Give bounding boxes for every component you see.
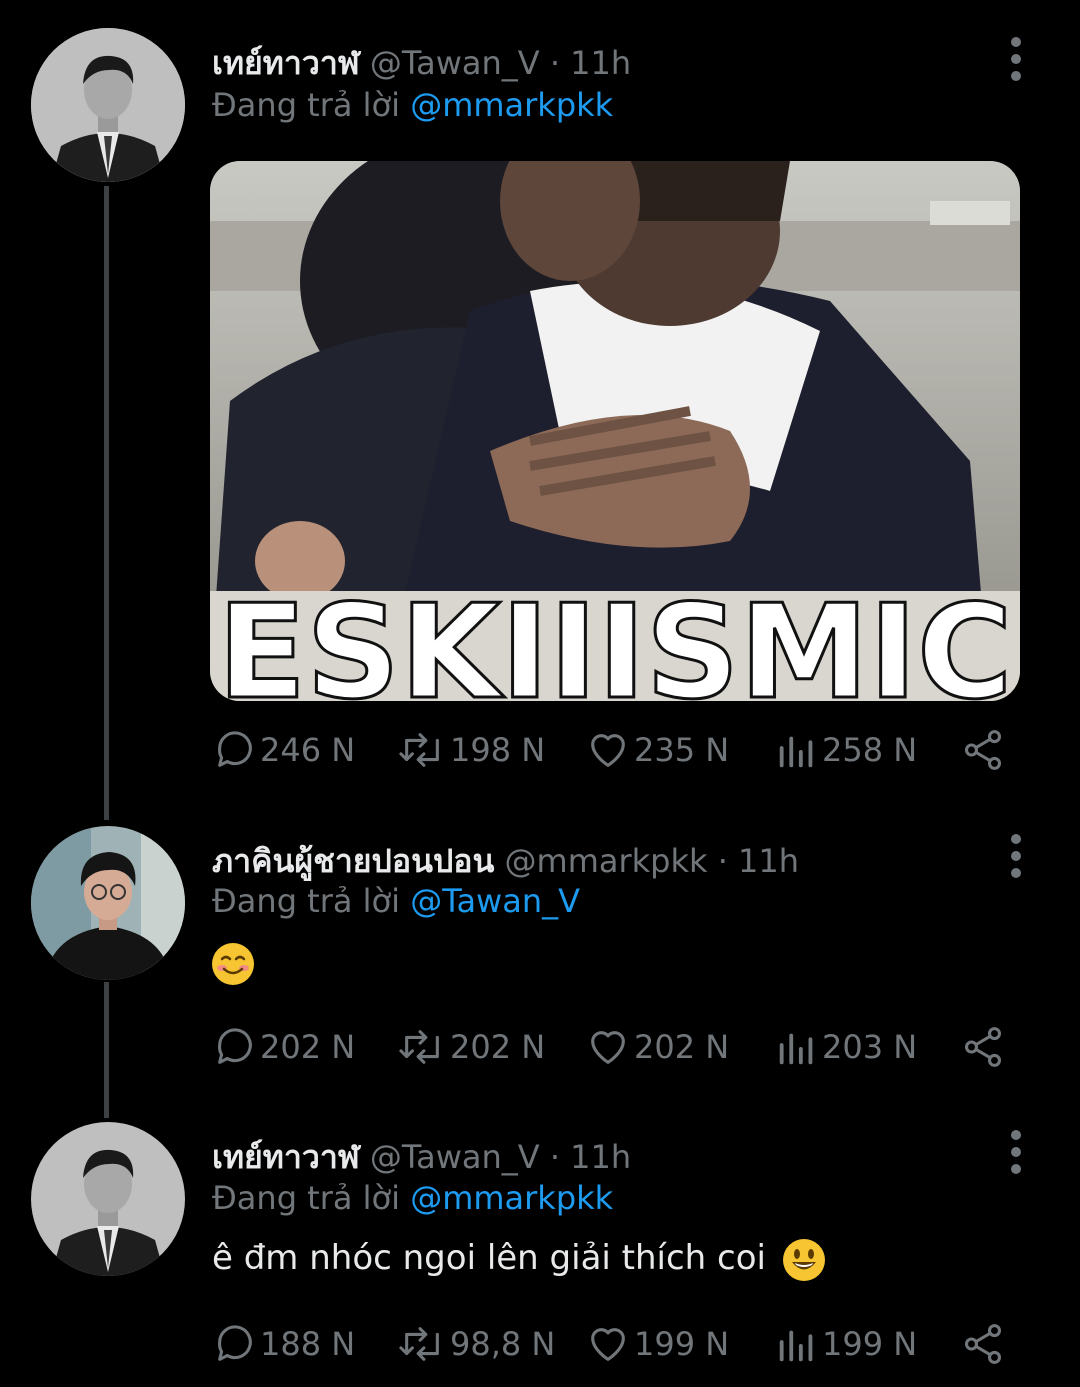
timestamp[interactable]: 11h — [570, 44, 631, 82]
view-count: 203 N — [822, 1028, 918, 1066]
tweet[interactable]: เทย์ทาวาฬ @Tawan_V · 11h Đang trả lời @m… — [0, 1110, 1080, 1387]
tweet-text-content: ê đm nhóc ngoi lên giải thích coi — [212, 1238, 766, 1278]
smiling-face-emoji — [212, 942, 254, 985]
more-options-icon[interactable] — [1004, 834, 1028, 878]
user-handle[interactable]: @Tawan_V — [370, 1138, 540, 1176]
reply-mention-link[interactable]: @Tawan_V — [410, 882, 580, 920]
views-icon — [779, 1330, 813, 1362]
retweet-icon — [399, 1327, 439, 1361]
more-options-icon[interactable] — [1004, 1130, 1028, 1174]
separator-dot: · — [717, 842, 728, 880]
grinning-face-emoji — [782, 1238, 825, 1281]
reply-count: 246 N — [260, 731, 356, 769]
retweet-icon — [399, 1030, 439, 1064]
like-count: 199 N — [634, 1325, 730, 1363]
separator-dot: · — [549, 44, 560, 82]
retweet-button[interactable]: 98,8 N — [396, 1319, 555, 1369]
user-handle[interactable]: @mmarkpkk — [505, 842, 708, 880]
tweet-text — [212, 942, 254, 985]
tweet-header: เทย์ทาวาฬ @Tawan_V · 11h — [212, 1132, 631, 1183]
tweet[interactable]: เทย์ทาวาฬ @Tawan_V · 11h Đang trả lời @m… — [0, 0, 1080, 810]
tweet[interactable]: ภาคินผู้ชายปอนปอน @mmarkpkk · 11h Đang t… — [0, 810, 1080, 1110]
reply-icon — [218, 1325, 252, 1361]
share-button[interactable] — [960, 725, 1006, 775]
reply-context: Đang trả lời @mmarkpkk — [212, 1179, 613, 1217]
reply-count: 188 N — [260, 1325, 356, 1363]
view-count: 258 N — [822, 731, 918, 769]
reply-count: 202 N — [260, 1028, 356, 1066]
display-name[interactable]: เทย์ทาวาฬ — [212, 1138, 360, 1176]
reply-icon — [218, 731, 252, 767]
reply-mention-link[interactable]: @mmarkpkk — [410, 1179, 613, 1217]
image-caption: ESKIIISMIC — [217, 576, 1012, 701]
avatar[interactable] — [31, 1122, 185, 1276]
views-icon — [779, 736, 813, 768]
reply-button[interactable]: 188 N — [212, 1319, 355, 1369]
like-count: 235 N — [634, 731, 730, 769]
retweet-button[interactable]: 198 N — [396, 725, 545, 775]
reply-prefix: Đang trả lời — [212, 86, 401, 124]
tweet-image[interactable]: ESKIIISMIC — [210, 161, 1020, 701]
timestamp[interactable]: 11h — [570, 1138, 631, 1176]
share-icon — [964, 730, 1002, 770]
reply-icon — [218, 1028, 252, 1064]
like-button[interactable]: 202 N — [584, 1022, 729, 1072]
avatar[interactable] — [31, 826, 185, 980]
views-button[interactable]: 258 N — [774, 725, 917, 775]
reply-mention-link[interactable]: @mmarkpkk — [410, 86, 613, 124]
display-name[interactable]: เทย์ทาวาฬ — [212, 44, 360, 82]
views-button[interactable]: 203 N — [774, 1022, 917, 1072]
view-count: 199 N — [822, 1325, 918, 1363]
reply-button[interactable]: 202 N — [212, 1022, 355, 1072]
share-button[interactable] — [960, 1319, 1006, 1369]
retweet-count: 198 N — [450, 731, 546, 769]
display-name[interactable]: ภาคินผู้ชายปอนปอน — [212, 842, 494, 880]
user-handle[interactable]: @Tawan_V — [370, 44, 540, 82]
share-icon — [964, 1324, 1002, 1364]
tweet-header: เทย์ทาวาฬ @Tawan_V · 11h — [212, 38, 631, 89]
like-count: 202 N — [634, 1028, 730, 1066]
like-button[interactable]: 235 N — [584, 725, 729, 775]
views-button[interactable]: 199 N — [774, 1319, 917, 1369]
like-button[interactable]: 199 N — [584, 1319, 729, 1369]
action-bar: 188 N 98,8 N 199 N 199 N — [212, 1319, 1032, 1369]
heart-icon — [591, 1031, 625, 1064]
tweet-header: ภาคินผู้ชายปอนปอน @mmarkpkk · 11h — [212, 836, 799, 887]
reply-context: Đang trả lời @Tawan_V — [212, 882, 580, 920]
avatar[interactable] — [31, 28, 185, 182]
action-bar: 246 N 198 N 235 N 258 N — [212, 725, 1032, 775]
meme-photo: ESKIIISMIC — [210, 161, 1020, 701]
reply-prefix: Đang trả lời — [212, 882, 401, 920]
views-icon — [779, 1033, 813, 1065]
separator-dot: · — [549, 1138, 560, 1176]
reply-button[interactable]: 246 N — [212, 725, 355, 775]
retweet-count: 202 N — [450, 1028, 546, 1066]
share-icon — [964, 1027, 1002, 1067]
reply-prefix: Đang trả lời — [212, 1179, 401, 1217]
more-options-icon[interactable] — [1004, 37, 1028, 81]
heart-icon — [591, 734, 625, 767]
tweet-text: ê đm nhóc ngoi lên giải thích coi — [212, 1238, 825, 1281]
retweet-count: 98,8 N — [450, 1325, 556, 1363]
retweet-button[interactable]: 202 N — [396, 1022, 545, 1072]
heart-icon — [591, 1328, 625, 1361]
retweet-icon — [399, 733, 439, 767]
action-bar: 202 N 202 N 202 N 203 N — [212, 1022, 1032, 1072]
share-button[interactable] — [960, 1022, 1006, 1072]
timestamp[interactable]: 11h — [738, 842, 799, 880]
reply-context: Đang trả lời @mmarkpkk — [212, 86, 613, 124]
